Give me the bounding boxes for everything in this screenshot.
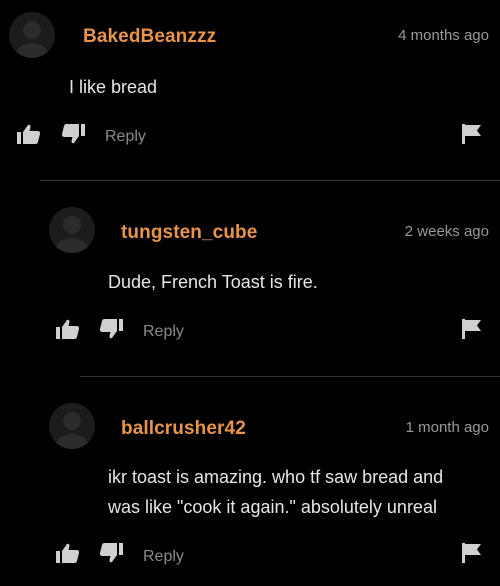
comment-text-line: was like "cook it again." absolutely unr… [108,497,437,517]
avatar[interactable] [49,403,95,449]
thumbs-down-icon[interactable] [99,543,123,563]
comment-reply: ballcrusher42 1 month ago ikr toast is a… [0,377,500,586]
timestamp: 2 weeks ago [404,223,489,240]
username[interactable]: BakedBeanzzz [83,26,216,48]
avatar-silhouette-icon [49,403,95,449]
thumbs-up-icon[interactable] [56,319,80,339]
comment: BakedBeanzzz 4 months ago I like bread R… [0,0,500,180]
flag-icon[interactable] [462,319,482,339]
username[interactable]: ballcrusher42 [121,418,246,440]
avatar-silhouette-icon [49,207,95,253]
username[interactable]: tungsten_cube [121,222,257,244]
flag-icon[interactable] [462,543,482,563]
thumbs-down-icon[interactable] [61,124,85,144]
comment-text-line: ikr toast is amazing. who tf saw bread a… [108,467,444,487]
avatar-silhouette-icon [9,12,55,58]
thumbs-up-icon[interactable] [56,543,80,563]
thumbs-up-icon[interactable] [17,124,41,144]
timestamp: 1 month ago [405,419,489,436]
thumbs-down-icon[interactable] [99,319,123,339]
avatar[interactable] [49,207,95,253]
timestamp: 4 months ago [398,27,489,44]
comment-text: I like bread [69,77,158,97]
avatar[interactable] [9,12,55,58]
comment-reply: tungsten_cube 2 weeks ago Dude, French T… [0,181,500,375]
comment-text: Dude, French Toast is fire. [108,272,318,292]
flag-icon[interactable] [462,124,482,144]
reply-button[interactable]: Reply [143,323,184,341]
reply-button[interactable]: Reply [143,548,184,566]
reply-button[interactable]: Reply [105,128,146,146]
